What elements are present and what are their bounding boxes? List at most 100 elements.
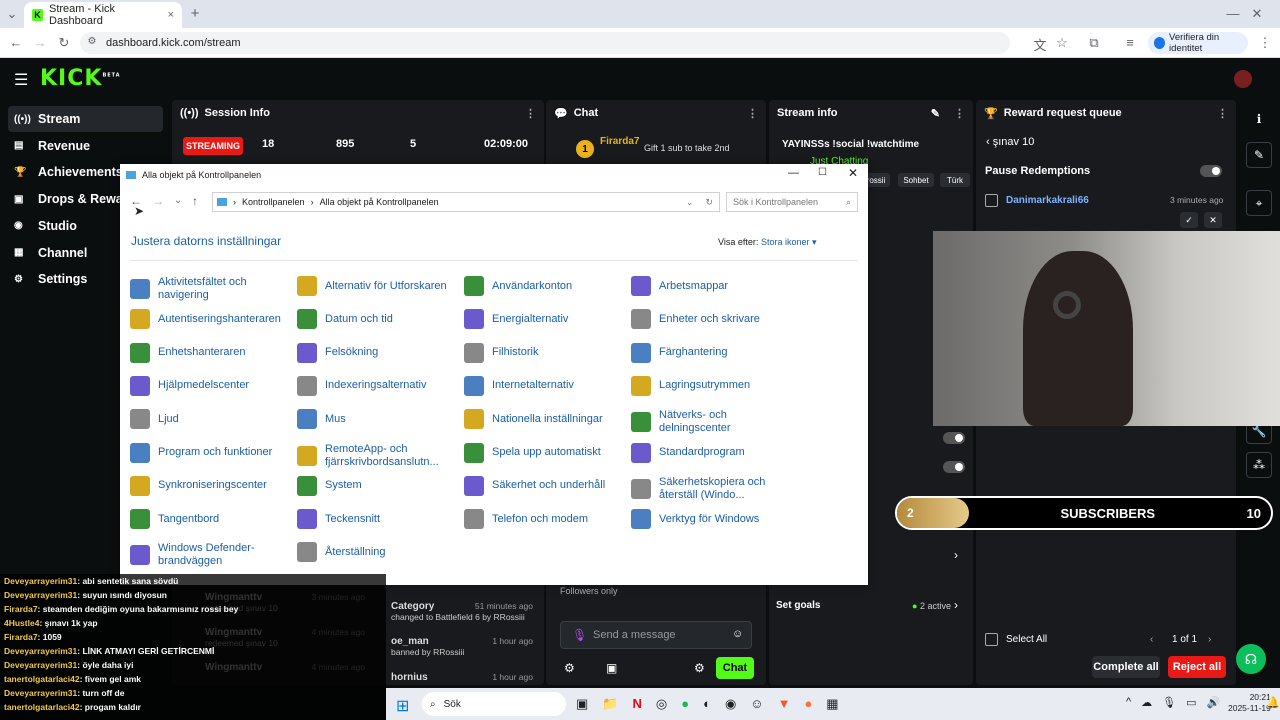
nav-history-icon[interactable]: ⌄ [174, 195, 182, 206]
user-avatar[interactable] [1234, 70, 1252, 88]
control-panel-item[interactable]: Standardprogram [631, 442, 796, 463]
chat-username[interactable]: Deveyarrayerim31 [4, 590, 77, 600]
forward-icon[interactable]: → [32, 35, 48, 50]
control-panel-search[interactable]: Sök i Kontrollpanelen ⌕ [726, 192, 858, 212]
site-info-icon[interactable]: ⚙ [86, 36, 98, 47]
browser-tab[interactable]: K Stream - Kick Dashboard × [24, 2, 182, 28]
control-panel-item[interactable]: Arbetsmappar [631, 276, 796, 296]
feed-user[interactable]: hornius [391, 672, 428, 683]
extensions-icon[interactable]: ⧉ [1086, 35, 1102, 51]
sidebar-item-stream[interactable]: ((•)) Stream [8, 106, 163, 132]
breadcrumb[interactable]: › Kontrollpanelen › Alla objekt på Kontro… [212, 192, 720, 212]
control-panel-item[interactable]: Nätverks- och delningscenter [631, 409, 796, 435]
window-titlebar[interactable]: Alla objekt på Kontrollpanelen [120, 164, 868, 186]
back-icon[interactable]: ← [8, 35, 24, 50]
approve-icon[interactable]: ✓ [1180, 212, 1198, 228]
firefox-icon[interactable]: ● [804, 696, 812, 712]
task-view-icon[interactable]: ▣ [576, 696, 588, 712]
chrome-icon[interactable]: ◎ [656, 696, 667, 712]
control-panel-item[interactable]: Ljud [130, 409, 295, 430]
feed-user[interactable]: oe_man [391, 636, 429, 647]
next-page-icon[interactable]: › [1208, 634, 1211, 645]
cloud-icon[interactable]: ☁ [1141, 696, 1152, 709]
clock[interactable]: 20:21 2025-11-19 [1228, 692, 1271, 714]
nav-up-icon[interactable]: ↑ [192, 194, 198, 208]
reject-icon[interactable]: ✕ [1204, 212, 1222, 228]
window-minimize-icon[interactable]: — [788, 167, 799, 179]
volume-icon[interactable]: 🔊 [1207, 696, 1221, 709]
steam-icon[interactable]: ◉ [725, 696, 736, 712]
complete-all-button[interactable]: Complete all [1092, 656, 1160, 678]
control-panel-item[interactable]: System [297, 475, 462, 496]
control-panel-item[interactable]: Windows Defender-brandväggen [130, 542, 295, 568]
info-icon[interactable]: ℹ [1246, 106, 1272, 132]
nav-forward-icon[interactable]: → [152, 194, 164, 208]
chat-username[interactable]: tanertolgatarlaci42 [4, 702, 80, 712]
chevron-right-icon[interactable]: › [954, 598, 958, 612]
reward-back-button[interactable]: ‹ şınav 10 [986, 136, 1034, 148]
control-panel-item[interactable]: Användarkonton [464, 276, 629, 296]
network-icon[interactable]: ▭ [1186, 696, 1196, 709]
setting-toggle[interactable] [943, 432, 965, 444]
more-icon[interactable]: ⋮ [747, 107, 758, 120]
control-panel-item[interactable]: RemoteApp- och fjärrskrivbordsanslutn... [297, 443, 462, 469]
chevron-right-icon[interactable]: › [954, 548, 958, 562]
control-panel-item[interactable]: Säkerhet och underhåll [464, 475, 629, 496]
control-panel-item[interactable]: Verktyg för Windows [631, 509, 796, 530]
close-window-icon[interactable]: ✕ [1250, 6, 1264, 22]
chat-username[interactable]: 4Hustle4 [4, 618, 39, 628]
chat-send-button[interactable]: Chat [716, 657, 754, 679]
bookmark-star-icon[interactable]: ☆ [1054, 35, 1070, 51]
control-panel-item[interactable]: Tangentbord [130, 509, 295, 530]
control-panel-item[interactable]: Datum och tid [297, 309, 462, 330]
discord-icon[interactable]: ☺ [750, 696, 763, 712]
notification-icon[interactable]: 🔔 [1266, 696, 1280, 709]
tag-chip[interactable]: Türk [940, 173, 970, 187]
more-icon[interactable]: ⋮ [525, 107, 536, 120]
control-panel-item[interactable]: Färghantering [631, 342, 796, 363]
select-all-checkbox[interactable] [985, 633, 998, 646]
explorer-icon[interactable]: 📁 [602, 696, 618, 712]
focus-icon[interactable]: ⌖ [1246, 190, 1272, 216]
control-panel-task-icon[interactable]: ▦ [826, 696, 838, 712]
reject-all-button[interactable]: Reject all [1168, 656, 1226, 678]
emoji-icon[interactable]: ☺ [732, 628, 743, 640]
kick-logo[interactable]: KICKBETA [40, 66, 121, 91]
tab-close-icon[interactable]: × [168, 9, 174, 21]
verify-identity-button[interactable]: Verifiera din identitet [1148, 32, 1248, 54]
chat-message-input[interactable]: Send a message [560, 621, 752, 649]
feed-user[interactable]: Category [391, 601, 434, 612]
edit-icon[interactable]: ✎ [1246, 142, 1272, 168]
control-panel-item[interactable]: Lagringsutrymmen [631, 375, 796, 396]
new-tab-button[interactable]: + [188, 5, 202, 22]
support-chat-icon[interactable]: ☊ [1236, 644, 1266, 674]
redemption-user[interactable]: Danimarkakrali66 [1006, 195, 1089, 206]
control-panel-item[interactable]: Enhetshanteraren [130, 342, 295, 363]
store-icon[interactable]: ▣ [606, 661, 617, 675]
control-panel-item[interactable]: Spela upp automatiskt [464, 442, 629, 463]
breadcrumb-item[interactable]: Alla objekt på Kontrollpanelen [320, 197, 439, 207]
prev-page-icon[interactable]: ‹ [1150, 634, 1153, 645]
control-panel-item[interactable]: Autentiseringshanteraren [130, 309, 295, 330]
control-panel-item[interactable]: Enheter och skrivare [631, 309, 796, 330]
control-panel-item[interactable]: Alternativ för Utforskaren [297, 276, 462, 296]
pause-redemptions-toggle[interactable] [1200, 165, 1222, 177]
redemption-checkbox[interactable] [985, 194, 998, 207]
breadcrumb-item[interactable]: Kontrollpanelen [242, 197, 305, 207]
view-by-dropdown[interactable]: Stora ikoner ▾ [761, 237, 817, 248]
spotify-icon[interactable]: ● [681, 696, 689, 712]
control-panel-item[interactable]: Telefon och modem [464, 509, 629, 530]
url-input[interactable]: dashboard.kick.com/stream [80, 32, 1010, 54]
mic-icon[interactable]: 🎙 [572, 628, 587, 642]
control-panel-item[interactable]: Energialternativ [464, 309, 629, 330]
settings-icon[interactable]: ⚙ [564, 661, 575, 675]
more-icon[interactable]: ⋮ [1217, 107, 1228, 120]
edge-icon[interactable]: ◐ [703, 696, 711, 712]
start-icon[interactable]: ⊞ [396, 696, 409, 716]
netflix-icon[interactable]: N [632, 696, 641, 712]
control-panel-item[interactable]: Felsökning [297, 342, 462, 363]
media-icon[interactable]: ≡ [1122, 35, 1138, 50]
control-panel-item[interactable]: Indexeringsalternativ [297, 375, 462, 396]
control-panel-item[interactable]: Hjälpmedelscenter [130, 375, 295, 396]
nodes-icon[interactable]: ⁂ [1246, 452, 1272, 478]
